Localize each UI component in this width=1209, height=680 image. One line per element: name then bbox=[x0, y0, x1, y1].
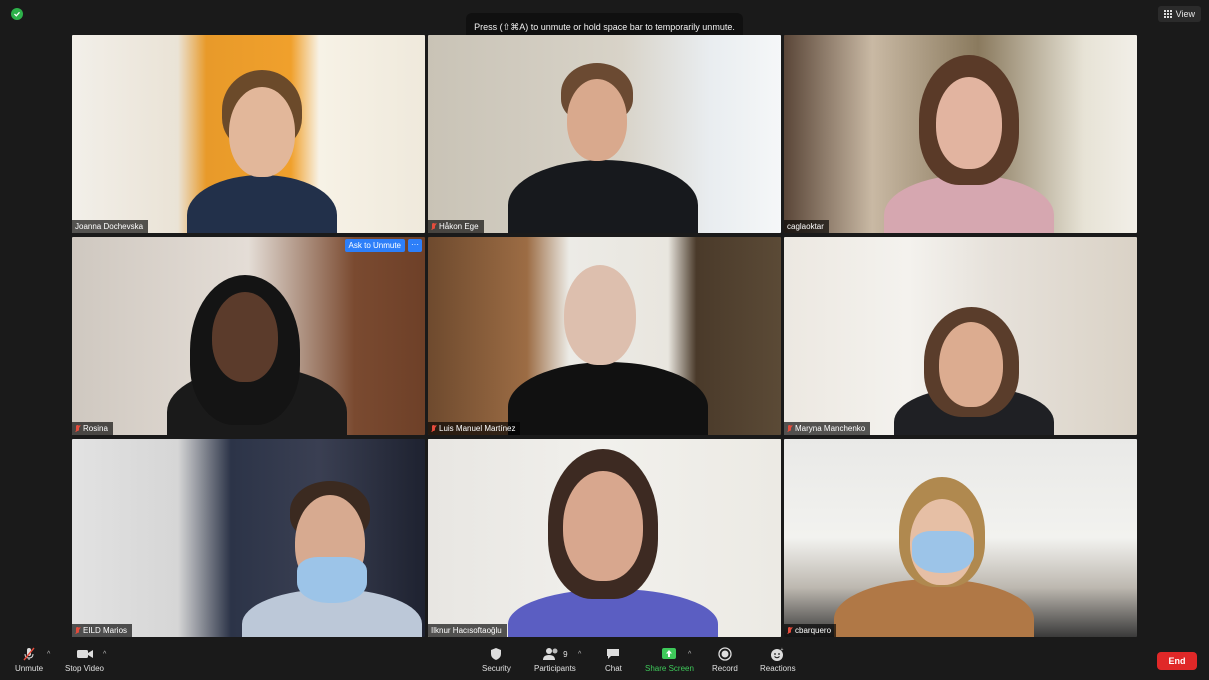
video-options-chevron-icon[interactable]: ^ bbox=[103, 651, 106, 658]
video-tile-ilknur[interactable]: Ilknur Hacısoftaoğlu bbox=[428, 439, 781, 637]
participant-name-tag: Luis Manuel Martínez bbox=[428, 422, 521, 435]
muted-mic-icon bbox=[75, 424, 80, 433]
participant-name-tag: cbarquero bbox=[784, 624, 837, 637]
unmute-button[interactable]: Unmute bbox=[15, 646, 43, 673]
encryption-shield-icon[interactable] bbox=[11, 8, 23, 20]
participant-name-tag: caglaoktar bbox=[784, 220, 829, 233]
smiley-reaction-icon: + bbox=[770, 646, 785, 662]
meeting-toolbar: Unmute ^ Stop Video ^ Security 9 Partici… bbox=[0, 642, 1209, 680]
video-tile-hakon[interactable]: Håkon Ege bbox=[428, 35, 781, 233]
video-tile-cbarquero[interactable]: cbarquero bbox=[784, 439, 1137, 637]
security-shield-icon bbox=[489, 646, 503, 662]
participant-name-tag: Joanna Dochevska bbox=[72, 220, 149, 233]
audio-options-chevron-icon[interactable]: ^ bbox=[47, 651, 50, 658]
participant-name-tag: EILD Marios bbox=[72, 624, 133, 637]
participant-name-tag: Maryna Manchenko bbox=[784, 422, 871, 435]
grid-view-icon bbox=[1163, 10, 1172, 18]
participant-name-tag: Ilknur Hacısoftaoğlu bbox=[428, 624, 507, 637]
share-screen-button[interactable]: Share Screen bbox=[645, 646, 694, 673]
share-options-chevron-icon[interactable]: ^ bbox=[688, 651, 691, 658]
muted-microphone-icon bbox=[21, 646, 37, 662]
participants-button[interactable]: 9 Participants bbox=[534, 646, 576, 673]
participants-icon: 9 bbox=[542, 646, 568, 662]
end-meeting-button[interactable]: End bbox=[1157, 652, 1197, 670]
video-tile-luis[interactable]: Luis Manuel Martínez bbox=[428, 237, 781, 435]
video-tile-joanna[interactable]: Joanna Dochevska bbox=[72, 35, 425, 233]
muted-mic-icon bbox=[787, 424, 792, 433]
participant-name-tag: Håkon Ege bbox=[428, 220, 484, 233]
reactions-button[interactable]: + Reactions bbox=[760, 646, 796, 674]
record-button[interactable]: Record bbox=[712, 646, 738, 673]
unmute-hint-text: Press (⇧⌘A) to unmute or hold space bar … bbox=[474, 21, 735, 32]
view-label: View bbox=[1175, 9, 1195, 19]
stop-video-button[interactable]: Stop Video bbox=[65, 646, 104, 673]
video-tile-maryna[interactable]: Maryna Manchenko bbox=[784, 237, 1137, 435]
record-icon bbox=[718, 646, 732, 662]
chat-button[interactable]: Chat bbox=[605, 646, 622, 673]
muted-mic-icon bbox=[431, 222, 436, 231]
muted-mic-icon bbox=[75, 626, 80, 635]
video-tile-caglaoktar[interactable]: caglaoktar bbox=[784, 35, 1137, 233]
participants-options-chevron-icon[interactable]: ^ bbox=[578, 651, 581, 658]
more-options-button[interactable]: ··· bbox=[408, 239, 422, 252]
participant-count: 9 bbox=[563, 649, 568, 659]
view-button[interactable]: View bbox=[1157, 6, 1201, 22]
ask-to-unmute-button[interactable]: Ask to Unmute bbox=[344, 239, 405, 252]
video-tile-marios[interactable]: EILD Marios bbox=[72, 439, 425, 637]
video-tile-rosina[interactable]: Ask to Unmute ··· Rosina bbox=[72, 237, 425, 435]
muted-mic-icon bbox=[787, 626, 792, 635]
chat-bubble-icon bbox=[605, 646, 621, 662]
svg-text:+: + bbox=[781, 647, 784, 653]
participant-name-tag: Rosina bbox=[72, 422, 113, 435]
muted-mic-icon bbox=[431, 424, 436, 433]
video-camera-icon bbox=[76, 646, 94, 662]
share-screen-icon bbox=[661, 646, 677, 662]
security-button[interactable]: Security bbox=[482, 646, 511, 673]
